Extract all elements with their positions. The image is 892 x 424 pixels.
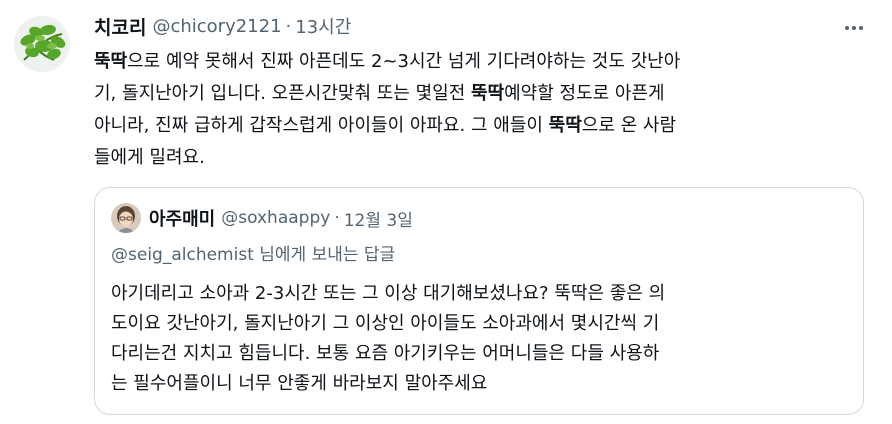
tweet-header: 치코리 @chicory2121 · 13시간	[94, 12, 351, 40]
quote-text-line: 는 필수어플이니 너무 안좋게 바라보지 말아주세요	[111, 373, 488, 394]
quoted-tweet[interactable]: 아주매미 @soxhaappy · 12월 3일 @seig_alchemist…	[94, 187, 864, 415]
display-name[interactable]: 치코리	[94, 13, 146, 40]
quote-timestamp: 12월 3일	[343, 210, 413, 231]
quote-text: 아기데리고 소아과 2-3시간 또는 그 이상 대기해보셨나요? 뚝딱은 좋은 …	[111, 279, 851, 399]
quote-text-line: 아기데리고 소아과 2-3시간 또는 그 이상 대기해보셨나요? 뚝딱은 좋은 …	[111, 283, 666, 304]
tweet[interactable]: 치코리 @chicory2121 · 13시간 뚝딱으로 예약 못해서 진짜 아…	[0, 0, 892, 424]
tweet-text-line: 들에게 밀려요.	[94, 142, 874, 174]
avatar[interactable]	[14, 16, 70, 72]
user-handle[interactable]: @chicory2121	[152, 16, 281, 37]
highlight-keyword: 뚝딱	[470, 83, 505, 104]
text-segment: 으로 온 사람	[581, 115, 677, 136]
quote-user-handle: @soxhaappy	[221, 208, 331, 228]
quote-separator: ·	[334, 208, 340, 228]
quote-avatar	[111, 203, 141, 233]
text-segment: 예약할 정도로 아픈게	[504, 83, 665, 104]
text-segment: 기, 돌지난아기 입니다. 오픈시간맞춰 또는 몇일전	[94, 83, 471, 104]
quote-display-name: 아주매미	[149, 209, 216, 230]
person-avatar-image	[111, 203, 141, 233]
tweet-text-line: 아니라, 진짜 급하게 갑작스럽게 아이들이 아파요. 그 애들이 뚝딱으로 온…	[94, 110, 874, 142]
separator: ·	[285, 15, 292, 37]
text-segment: 으로 예약 못해서 진짜 아픈데도 2~3시간 넘게 기다려야하는 것도 갓난아	[127, 51, 681, 72]
quote-text-line: 다리는건 지치고 힘듭니다. 보통 요즘 아기키우는 어머니들은 다들 사용하	[111, 343, 660, 364]
highlight-keyword: 뚝딱	[548, 115, 582, 136]
highlight-keyword: 뚝딱	[94, 51, 128, 72]
tweet-text-line: 기, 돌지난아기 입니다. 오픈시간맞춰 또는 몇일전 뚝딱예약할 정도로 아픈…	[94, 78, 874, 110]
tweet-text: 뚝딱으로 예약 못해서 진짜 아픈데도 2~3시간 넘게 기다려야하는 것도 갓…	[94, 46, 874, 174]
parsley-avatar-image	[14, 16, 70, 72]
text-segment: 아니라, 진짜 급하게 갑작스럽게 아이들이 아파요. 그 애들이	[94, 115, 549, 136]
reply-to-label: @seig_alchemist 님에게 보내는 답글	[111, 245, 396, 265]
text-segment: 들에게 밀려요.	[94, 147, 205, 168]
tweet-text-line: 뚝딱으로 예약 못해서 진짜 아픈데도 2~3시간 넘게 기다려야하는 것도 갓…	[94, 46, 874, 78]
timestamp[interactable]: 13시간	[295, 13, 351, 39]
quote-header: 아주매미 @soxhaappy · 12월 3일	[149, 204, 413, 232]
more-icon[interactable]	[840, 18, 868, 38]
quote-text-line: 도이요 갓난아기, 돌지난아기 그 이상인 아이들도 소아과에서 몇시간씩 기	[111, 313, 660, 334]
